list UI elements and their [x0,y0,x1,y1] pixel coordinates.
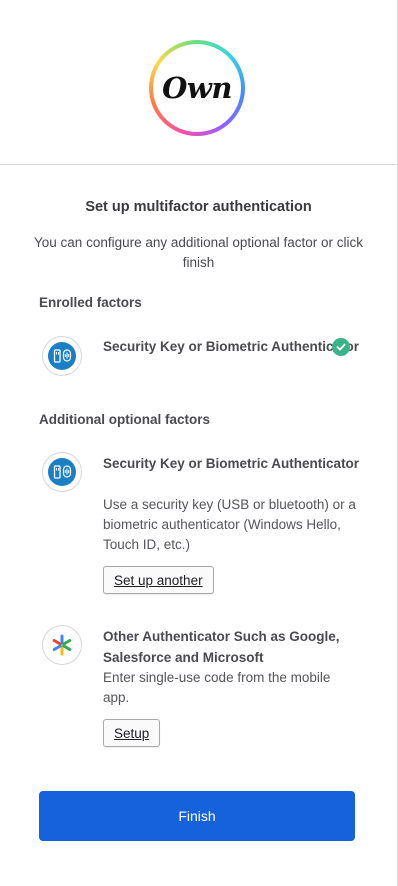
security-key-icon [42,336,82,376]
page-subtitle: You can configure any additional optiona… [34,235,363,270]
check-circle-icon [332,338,350,356]
logo-text: Own [162,71,232,105]
other-authenticator-factor-title: Other Authenticator Such as Google, Sale… [103,629,340,665]
security-key-factor-description: Use a security key (USB or bluetooth) or… [103,497,356,552]
enrolled-factors-heading: Enrolled factors [39,295,142,310]
setup-button[interactable]: Setup [103,719,161,747]
google-authenticator-icon [42,625,82,665]
finish-button[interactable]: Finish [39,791,355,841]
security-key-icon [42,452,82,492]
page-title: Set up multifactor authentication [85,199,312,215]
header: Own [0,0,397,165]
additional-factors-heading: Additional optional factors [39,412,210,427]
security-key-factor-title: Security Key or Biometric Authenticator [103,456,360,471]
other-authenticator-factor-description: Enter single-use code from the mobile ap… [103,670,331,705]
brand-logo: Own [149,40,245,136]
set-up-another-button[interactable]: Set up another [103,566,214,594]
